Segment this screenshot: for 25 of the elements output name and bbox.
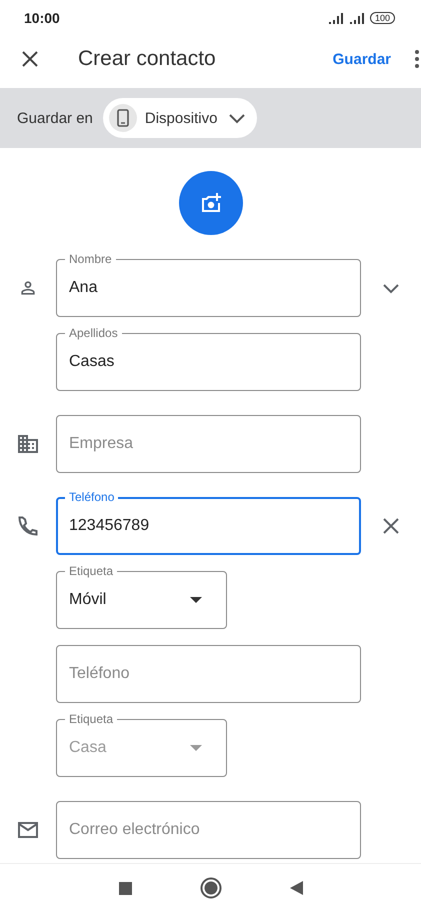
caret-icon [190,597,202,603]
signal-icon [348,12,365,24]
signal-icon [328,12,344,24]
back-icon[interactable] [290,881,302,895]
save-button[interactable]: Guardar [332,50,391,68]
caret-icon [190,745,202,751]
field-label: Etiqueta [65,712,118,726]
status-time: 10:00 [24,10,60,26]
phone-device-icon [116,109,129,127]
screen-title: Crear contacto [78,47,217,71]
battery-level: 100 [370,12,395,24]
phone-icon [16,514,40,538]
field-label: Apellidos [65,326,122,340]
save-in-label: Guardar en [17,110,93,126]
building-icon [16,432,40,456]
more-icon[interactable] [413,49,421,69]
home-icon[interactable] [200,877,222,899]
company-input-field[interactable]: Empresa [56,415,361,473]
email-input-field[interactable]: Correo electrónico [56,801,361,859]
phone-input-field[interactable]: Teléfono [56,645,361,703]
account-selector[interactable]: Dispositivo [102,98,258,138]
recents-icon[interactable] [118,882,132,894]
field-label: Etiqueta [65,564,118,578]
field-label: Nombre [65,252,116,266]
field-label: Teléfono [65,490,118,504]
